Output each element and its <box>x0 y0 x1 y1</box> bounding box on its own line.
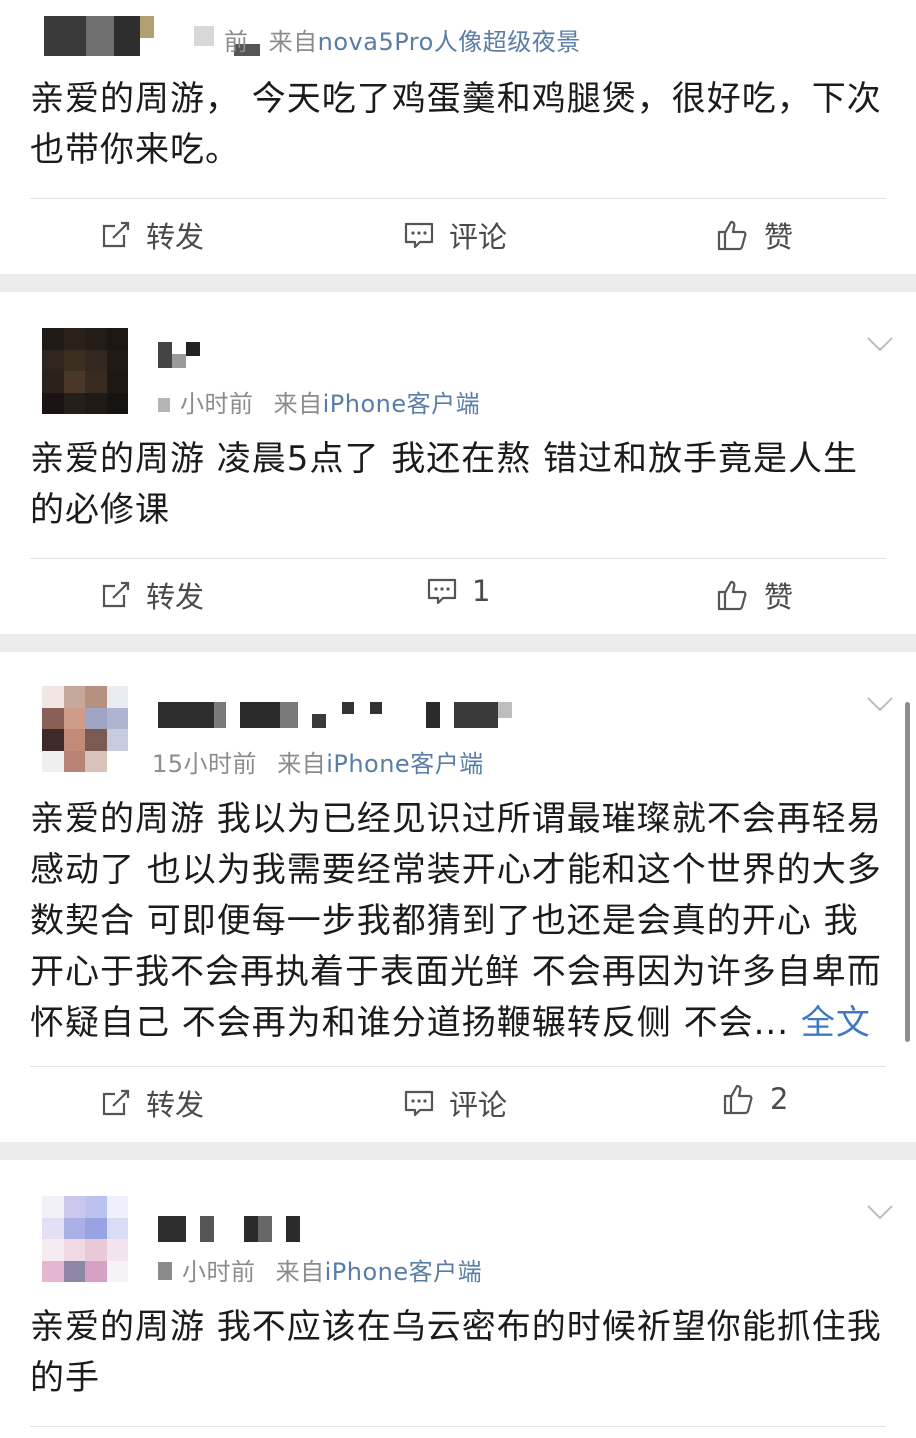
post-time: 小时前 <box>180 390 254 418</box>
post-source[interactable]: iPhone客户端 <box>326 750 484 778</box>
weibo-post-3: 15小时前 来自iPhone客户端 亲爱的周游 我以为已经见识过所谓最璀璨就不会… <box>0 652 916 1142</box>
repost-icon <box>100 579 132 611</box>
post-meta: 小时前 来自iPhone客户端 <box>158 384 480 419</box>
username-blurred[interactable] <box>158 702 512 728</box>
weibo-post-1: 前 来自nova5Pro人像超级夜景 亲爱的周游， 今天吃了鸡蛋羹和鸡腿煲，很好… <box>0 0 916 274</box>
comment-label: 评论 <box>449 220 508 254</box>
repost-icon <box>100 219 132 251</box>
comment-button[interactable]: 评论 <box>403 1082 507 1124</box>
repost-label: 转发 <box>146 580 205 614</box>
post-text[interactable]: 亲爱的周游 我以为已经见识过所谓最璀璨就不会再轻易感动了 也以为我需要经常装开心… <box>30 794 890 1049</box>
post-source[interactable]: iPhone客户端 <box>323 390 481 418</box>
chevron-down-icon[interactable] <box>866 336 893 356</box>
like-button[interactable]: 2 <box>722 1082 788 1116</box>
post-text[interactable]: 亲爱的周游 我不应该在乌云密布的时候祈望你能抓住我的手 <box>30 1302 890 1404</box>
like-count: 2 <box>770 1082 789 1116</box>
comment-icon <box>403 1087 435 1119</box>
username-blurred[interactable] <box>158 1216 300 1242</box>
divider <box>30 558 886 559</box>
post-source[interactable]: nova5Pro人像超级夜景 <box>318 28 581 56</box>
avatar[interactable] <box>42 1196 128 1282</box>
post-meta: 小时前 来自iPhone客户端 <box>158 1252 482 1287</box>
comment-label: 评论 <box>449 1088 508 1122</box>
avatar[interactable] <box>42 328 128 414</box>
divider <box>30 1066 886 1067</box>
post-from-label: 来自 <box>277 750 327 778</box>
post-meta: 15小时前 来自iPhone客户端 <box>152 744 484 779</box>
post-from-label: 来自 <box>275 1258 325 1286</box>
divider <box>30 198 886 199</box>
comment-icon <box>403 219 435 251</box>
post-source[interactable]: iPhone客户端 <box>325 1258 483 1286</box>
repost-icon <box>100 1087 132 1119</box>
avatar[interactable] <box>42 686 128 772</box>
chevron-down-icon[interactable] <box>866 696 893 716</box>
post-time: 15小时前 <box>152 750 258 778</box>
post-text[interactable]: 亲爱的周游， 今天吃了鸡蛋羹和鸡腿煲，很好吃，下次也带你来吃。 <box>30 74 890 176</box>
post-from-label: 来自 <box>268 28 318 56</box>
comment-button[interactable]: 评论 <box>403 214 507 256</box>
post-text[interactable]: 亲爱的周游 凌晨5点了 我还在熬 错过和放手竟是人生的必修课 <box>30 434 890 536</box>
post-meta: 前 来自nova5Pro人像超级夜景 <box>224 22 581 57</box>
weibo-post-2: 小时前 来自iPhone客户端 亲爱的周游 凌晨5点了 我还在熬 错过和放手竟是… <box>0 292 916 634</box>
full-text-link[interactable]: 全文 <box>801 1003 871 1043</box>
post-time: 前 <box>224 28 249 56</box>
weibo-post-4: 小时前 来自iPhone客户端 亲爱的周游 我不应该在乌云密布的时候祈望你能抓住… <box>0 1160 916 1438</box>
like-icon <box>716 218 750 252</box>
scrollbar[interactable] <box>905 702 910 1042</box>
repost-label: 转发 <box>146 1088 205 1122</box>
repost-button[interactable]: 转发 <box>100 214 204 256</box>
like-icon <box>722 1082 756 1116</box>
comment-count: 1 <box>472 574 491 608</box>
like-label: 赞 <box>764 580 794 614</box>
repost-button[interactable]: 转发 <box>100 1082 204 1124</box>
repost-label: 转发 <box>146 220 205 254</box>
comment-button[interactable]: 1 <box>426 574 490 608</box>
like-button[interactable]: 赞 <box>716 214 793 256</box>
username-blurred[interactable] <box>158 342 200 368</box>
comment-icon <box>426 575 458 607</box>
like-icon <box>716 578 750 612</box>
post-text-content: 亲爱的周游 我以为已经见识过所谓最璀璨就不会再轻易感动了 也以为我需要经常装开心… <box>30 799 882 1043</box>
post-time: 小时前 <box>182 1258 256 1286</box>
divider <box>30 1426 886 1427</box>
post-from-label: 来自 <box>273 390 323 418</box>
like-label: 赞 <box>764 220 794 254</box>
repost-button[interactable]: 转发 <box>100 574 204 616</box>
like-button[interactable]: 赞 <box>716 574 793 616</box>
chevron-down-icon[interactable] <box>866 1204 893 1224</box>
